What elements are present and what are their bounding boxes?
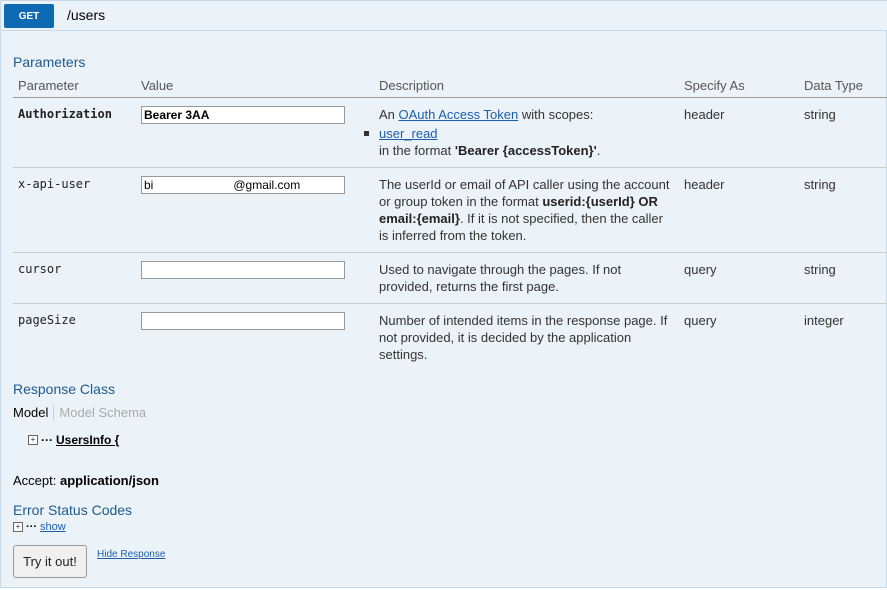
expand-icon[interactable]: + (28, 435, 38, 445)
accept-line: Accept: application/json (13, 473, 159, 488)
table-header-row: Parameter Value Description Specify As D… (13, 76, 887, 98)
param-data-type: string (799, 252, 887, 304)
parameters-table: Parameter Value Description Specify As D… (13, 76, 887, 371)
description-text: An (379, 107, 399, 122)
x-api-user-input[interactable] (141, 176, 345, 194)
accept-value: application/json (59, 473, 159, 488)
list-item: user_read (379, 125, 674, 142)
param-value-cell (136, 252, 374, 304)
response-class-heading: Response Class (13, 381, 115, 397)
oauth-token-link[interactable]: OAuth Access Token (399, 107, 519, 122)
model-tree: + ··· UsersInfo { (28, 433, 119, 447)
column-header-value: Value (136, 76, 374, 98)
ellipsis-icon: ··· (41, 433, 53, 447)
hide-response-link[interactable]: Hide Response (97, 549, 165, 560)
tab-model[interactable]: Model (13, 405, 55, 420)
param-name: x-api-user (13, 167, 136, 253)
cursor-input[interactable] (141, 261, 345, 279)
error-codes-toggle: + ··· show (13, 521, 66, 533)
param-description: Used to navigate through the pages. If n… (374, 252, 679, 304)
param-description: The userId or email of API caller using … (374, 167, 679, 253)
param-specify-as: header (679, 97, 799, 168)
param-name: Authorization (13, 97, 136, 168)
authorization-input[interactable] (141, 106, 345, 124)
param-name: cursor (13, 252, 136, 304)
tab-model-schema[interactable]: Model Schema (54, 405, 146, 420)
show-link[interactable]: show (40, 521, 66, 533)
column-header-specify-as: Specify As (679, 76, 799, 98)
param-data-type: string (799, 167, 887, 253)
param-description: An OAuth Access Token with scopes: user_… (374, 97, 679, 168)
format-text: 'Bearer {accessToken}' (454, 143, 597, 158)
expand-icon[interactable]: + (13, 522, 23, 532)
param-value-cell (136, 97, 374, 168)
description-text: . (596, 143, 601, 158)
table-row: cursor Used to navigate through the page… (13, 252, 887, 304)
param-specify-as: query (684, 313, 717, 328)
column-header-parameter: Parameter (13, 76, 136, 98)
description-text: in the format (379, 143, 455, 158)
scope-link[interactable]: user_read (379, 125, 438, 142)
error-codes-heading: Error Status Codes (13, 502, 133, 518)
table-row: Authorization An OAuth Access Token with… (13, 97, 887, 168)
http-method-badge[interactable]: GET (4, 4, 54, 28)
param-value-cell (136, 167, 374, 253)
column-header-description: Description (374, 76, 679, 98)
description-text: with scopes: (518, 107, 594, 122)
param-specify-as: query (679, 252, 799, 304)
accept-label: Accept: (13, 473, 57, 488)
page-size-input[interactable] (141, 312, 345, 330)
param-data-type: integer (804, 313, 844, 328)
column-header-data-type: Data Type (799, 76, 887, 98)
operation-header[interactable]: GET /users (1, 1, 887, 31)
table-row: pageSize Number of intended items in the… (13, 304, 887, 372)
model-tabs: Model Model Schema (13, 405, 146, 420)
try-it-out-button[interactable]: Try it out! (13, 545, 87, 578)
param-description: Number of intended items in the response… (379, 313, 668, 362)
model-name-link[interactable]: UsersInfo { (56, 433, 119, 447)
param-data-type: string (799, 97, 887, 168)
scope-list: user_read (379, 125, 674, 142)
param-name: pageSize (18, 313, 76, 327)
endpoint-path[interactable]: /users (67, 7, 105, 23)
ellipsis-icon: ··· (26, 521, 37, 533)
parameters-heading: Parameters (13, 54, 86, 70)
param-value-cell (136, 304, 374, 372)
param-specify-as: header (679, 167, 799, 253)
table-row: x-api-user The userId or email of API ca… (13, 167, 887, 253)
